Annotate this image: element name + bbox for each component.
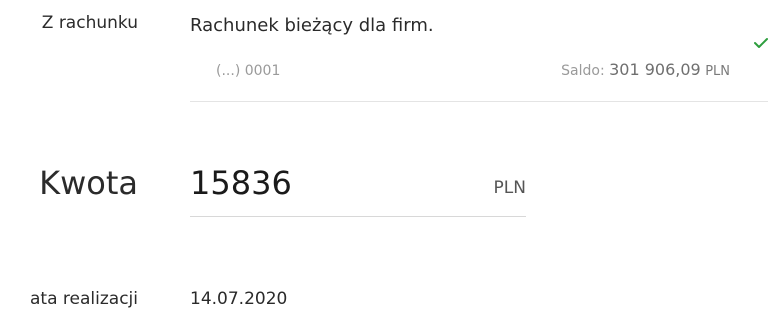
balance-currency: PLN	[705, 64, 730, 79]
amount-input[interactable]	[190, 160, 450, 206]
account-divider	[190, 101, 768, 102]
account-select[interactable]: Rachunek bieżący dla firm. (...) 0001 Sa…	[190, 0, 768, 103]
amount-currency: PLN	[493, 178, 526, 198]
balance-value: 301 906,09	[609, 60, 701, 79]
account-balance: Saldo: 301 906,09 PLN	[561, 60, 730, 79]
amount-underline	[190, 216, 526, 217]
execution-date-label: ata realizacji	[30, 289, 138, 309]
account-name: Rachunek bieżący dla firm.	[190, 15, 434, 36]
transfer-form: Z rachunku Rachunek bieżący dla firm. (.…	[0, 0, 768, 320]
account-number: (...) 0001	[216, 63, 281, 79]
execution-date-value[interactable]: 14.07.2020	[190, 289, 287, 309]
checkmark-icon	[754, 38, 768, 48]
amount-label: Kwota	[39, 164, 138, 202]
amount-field: PLN	[190, 160, 526, 218]
balance-label: Saldo:	[561, 63, 605, 79]
from-account-label: Z rachunku	[41, 13, 138, 33]
